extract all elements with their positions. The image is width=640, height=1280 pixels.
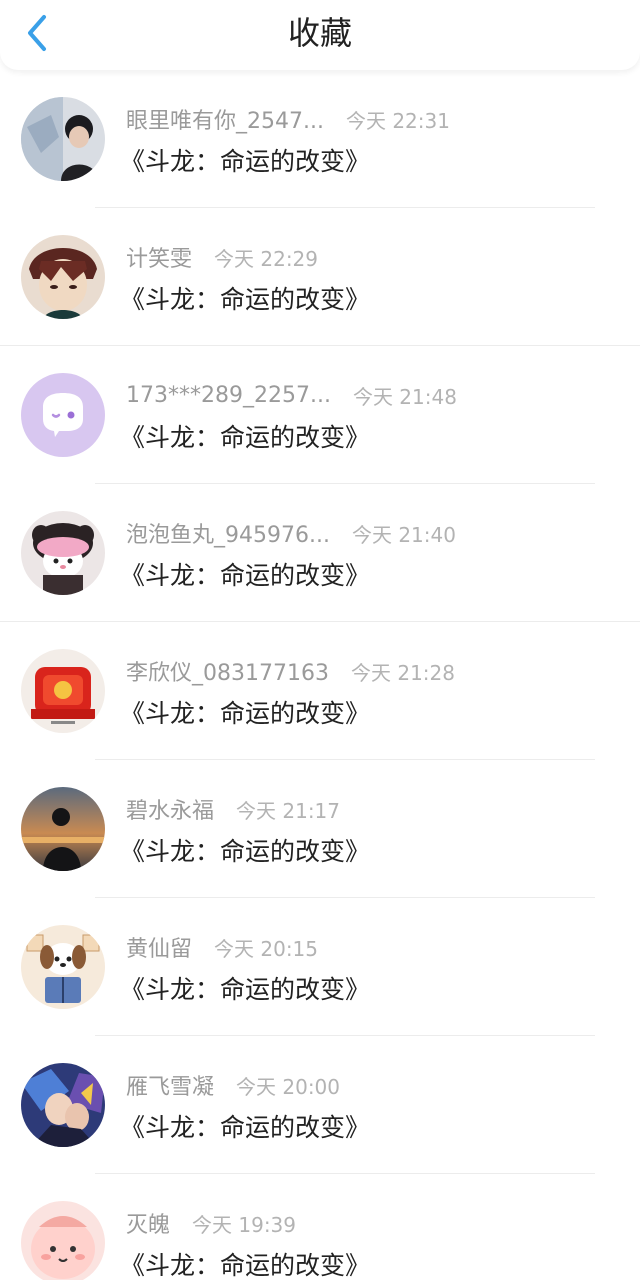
timestamp: 今天 20:15	[214, 936, 319, 961]
timestamp: 今天 21:48	[352, 384, 457, 409]
item-meta: 计笑雯 今天 22:29	[126, 241, 318, 273]
user-name[interactable]: 计笑雯	[126, 241, 192, 273]
item-meta: 雁飞雪凝 今天 20:00	[126, 1069, 340, 1101]
item-meta: 眼里唯有你_2547... 今天 22:31	[126, 103, 450, 135]
favorites-screen: 收藏 眼里唯有你_2547... 今天 22:31 《斗龙：命运的改变》 计笑雯…	[0, 0, 640, 1280]
work-title[interactable]: 《斗龙：命运的改变》	[120, 832, 370, 868]
header-bar: 收藏	[0, 0, 640, 70]
user-name[interactable]: 雁飞雪凝	[126, 1069, 214, 1101]
avatar	[21, 1201, 105, 1280]
user-name[interactable]: 灭魄	[126, 1207, 170, 1239]
avatar	[21, 1063, 105, 1147]
work-title[interactable]: 《斗龙：命运的改变》	[120, 556, 370, 592]
timestamp: 今天 21:40	[351, 522, 456, 547]
item-meta: 泡泡鱼丸_945976... 今天 21:40	[126, 517, 456, 549]
work-title[interactable]: 《斗龙：命运的改变》	[120, 970, 370, 1006]
work-title[interactable]: 《斗龙：命运的改变》	[120, 694, 370, 730]
user-name[interactable]: 李欣仪_083177163	[126, 655, 329, 687]
user-name[interactable]: 碧水永福	[126, 793, 214, 825]
list-item[interactable]: 李欣仪_083177163 今天 21:28 《斗龙：命运的改变》	[0, 622, 640, 760]
user-name[interactable]: 黄仙留	[126, 931, 192, 963]
list-item[interactable]: 雁飞雪凝 今天 20:00 《斗龙：命运的改变》	[0, 1036, 640, 1174]
work-title[interactable]: 《斗龙：命运的改变》	[120, 1108, 370, 1144]
work-title[interactable]: 《斗龙：命运的改变》	[120, 280, 370, 316]
avatar	[21, 787, 105, 871]
avatar	[21, 97, 105, 181]
avatar	[21, 373, 105, 457]
item-meta: 李欣仪_083177163 今天 21:28	[126, 655, 455, 687]
item-meta: 碧水永福 今天 21:17	[126, 793, 340, 825]
list-item[interactable]: 碧水永福 今天 21:17 《斗龙：命运的改变》	[0, 760, 640, 898]
work-title[interactable]: 《斗龙：命运的改变》	[120, 418, 370, 454]
timestamp: 今天 21:28	[350, 660, 455, 685]
user-name[interactable]: 173***289_2257...	[126, 383, 331, 408]
user-name[interactable]: 眼里唯有你_2547...	[126, 103, 324, 135]
item-meta: 173***289_2257... 今天 21:48	[126, 379, 457, 411]
list-item[interactable]: 眼里唯有你_2547... 今天 22:31 《斗龙：命运的改变》	[0, 70, 640, 208]
avatar	[21, 235, 105, 319]
list-item[interactable]: 黄仙留 今天 20:15 《斗龙：命运的改变》	[0, 898, 640, 1036]
item-meta: 黄仙留 今天 20:15	[126, 931, 318, 963]
user-name[interactable]: 泡泡鱼丸_945976...	[126, 517, 330, 549]
item-meta: 灭魄 今天 19:39	[126, 1207, 296, 1239]
avatar	[21, 925, 105, 1009]
favorites-list: 眼里唯有你_2547... 今天 22:31 《斗龙：命运的改变》 计笑雯 今天…	[0, 70, 640, 1280]
list-item[interactable]: 泡泡鱼丸_945976... 今天 21:40 《斗龙：命运的改变》	[0, 484, 640, 622]
work-title[interactable]: 《斗龙：命运的改变》	[120, 1246, 370, 1280]
timestamp: 今天 20:00	[236, 1074, 341, 1099]
list-item[interactable]: 计笑雯 今天 22:29 《斗龙：命运的改变》	[0, 208, 640, 346]
list-item[interactable]: 173***289_2257... 今天 21:48 《斗龙：命运的改变》	[0, 346, 640, 484]
avatar	[21, 511, 105, 595]
work-title[interactable]: 《斗龙：命运的改变》	[120, 142, 370, 178]
timestamp: 今天 22:31	[345, 108, 450, 133]
timestamp: 今天 19:39	[192, 1212, 297, 1237]
timestamp: 今天 21:17	[236, 798, 341, 823]
timestamp: 今天 22:29	[214, 246, 319, 271]
list-item[interactable]: 灭魄 今天 19:39 《斗龙：命运的改变》	[0, 1174, 640, 1280]
page-title: 收藏	[287, 14, 352, 52]
avatar	[21, 649, 105, 733]
